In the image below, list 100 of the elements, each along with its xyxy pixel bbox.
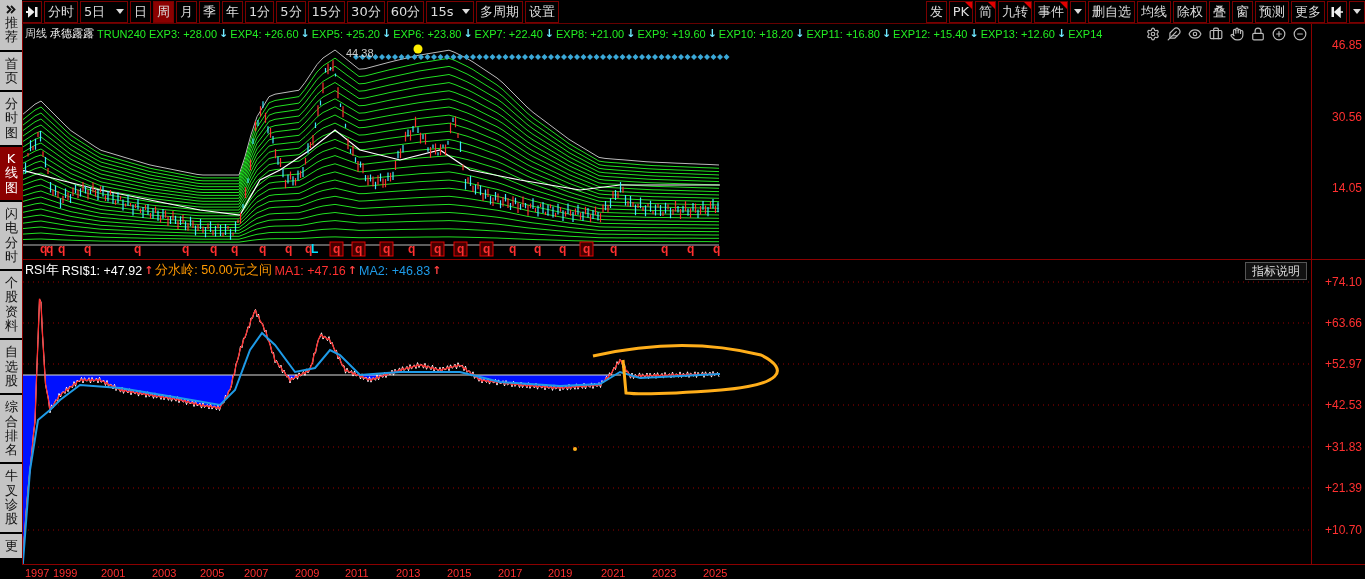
indicator-value: EXP14 — [1068, 27, 1103, 40]
toolbar-button[interactable]: 均线 — [1137, 0, 1171, 23]
trend-arrow: ↓ — [881, 27, 892, 40]
signal-letter: q — [355, 242, 363, 256]
year-label: 2009 — [295, 566, 320, 579]
indicator-value: EXP5: +25.20 — [311, 27, 380, 40]
period-button[interactable]: 周 — [153, 0, 174, 23]
indicator-value: EXP8: +21.00 — [556, 27, 625, 40]
period-button[interactable]: 5分 — [276, 0, 306, 23]
signal-letter: q — [434, 242, 442, 256]
caret-icon — [462, 9, 471, 14]
year-label: 2017 — [498, 566, 523, 579]
signal-letter: q — [661, 242, 669, 256]
period-button[interactable]: 多周期 — [476, 0, 524, 23]
indicator-value: EXP4: +26.60 — [230, 27, 299, 40]
period-button[interactable]: 年 — [222, 0, 243, 23]
year-label: 2011 — [345, 566, 369, 579]
year-label: 2025 — [703, 566, 728, 579]
period-button[interactable]: 月 — [176, 0, 197, 23]
sidebar-tab[interactable]: K线图 — [0, 147, 22, 200]
hand-icon[interactable] — [1230, 26, 1244, 41]
trend-arrow: ↓ — [707, 27, 717, 40]
dropdown-button[interactable] — [1349, 0, 1365, 23]
signal-letter: L — [311, 242, 319, 256]
zoom-in-icon[interactable] — [1272, 26, 1286, 41]
period-dropdown[interactable]: 15s — [426, 0, 475, 23]
period-button[interactable]: 日 — [130, 0, 151, 23]
trend-arrow: ↓ — [969, 27, 979, 40]
settings-icon[interactable] — [1146, 26, 1160, 41]
signal-letter: q — [509, 242, 517, 256]
signal-letter: q — [483, 242, 491, 256]
toolbar-button[interactable]: 九转 — [998, 0, 1032, 23]
arrow-to-bar-button[interactable] — [22, 0, 42, 23]
sidebar-tab[interactable]: 综合排名 — [0, 395, 22, 463]
period-button[interactable]: 1分 — [245, 0, 275, 23]
period-dropdown[interactable]: 5日 — [80, 0, 128, 23]
rsi-axis-label: +63.66 — [1324, 316, 1362, 330]
zoom-out-icon[interactable] — [1293, 26, 1307, 41]
period-label: 周线 — [25, 26, 47, 41]
toolbar-button[interactable]: PK — [948, 0, 973, 23]
period-button[interactable]: 30分 — [347, 0, 385, 23]
trend-arrow: ↑ — [347, 264, 358, 277]
toolbar-button[interactable]: 删自选 — [1088, 0, 1135, 23]
toolbar-button[interactable]: 叠 — [1209, 0, 1230, 23]
indicator-info-button[interactable]: 指标说明 — [1245, 262, 1307, 280]
signal-letter: q — [559, 242, 567, 256]
dropdown-button[interactable] — [1070, 0, 1086, 23]
indicator-value: MA2: +46.83 — [359, 263, 431, 278]
double-chevron-icon — [6, 5, 16, 14]
period-button[interactable]: 分时 — [44, 0, 78, 23]
signal-letter: q — [40, 242, 48, 256]
sidebar-tab[interactable]: 自选股 — [0, 340, 22, 394]
price-axis-label: 46.85 — [1331, 38, 1362, 52]
sidebar-tab[interactable]: 闪电分时 — [0, 201, 22, 270]
briefcase-icon[interactable] — [1209, 26, 1223, 41]
caret-icon — [1074, 9, 1082, 14]
signal-letter: q — [182, 242, 190, 256]
signal-letter: q — [383, 242, 391, 256]
period-button[interactable]: 60分 — [386, 0, 425, 23]
trend-arrow: ↓ — [544, 27, 554, 40]
toolbar-button[interactable]: 简 — [975, 0, 996, 23]
sidebar-tab[interactable]: 推荐 — [0, 0, 22, 50]
period-button[interactable]: 设置 — [525, 0, 560, 23]
year-label: 2001 — [101, 566, 126, 579]
year-label: 2019 — [548, 566, 573, 579]
rsi-axis-label: +52.97 — [1324, 357, 1362, 371]
indicator-name: TRUN240 — [97, 27, 146, 40]
eye-icon[interactable] — [1188, 26, 1202, 41]
sidebar-tab[interactable]: 牛叉诊股 — [0, 464, 22, 532]
bar-left-arrow-button[interactable] — [1327, 0, 1347, 23]
signal-letter: q — [583, 242, 591, 256]
toolbar-button[interactable]: 窗 — [1232, 0, 1253, 23]
arrow-to-bar-icon — [26, 5, 38, 18]
toolbar-button[interactable]: 事件 — [1034, 0, 1068, 23]
stock-name: 承德露露 — [50, 26, 94, 41]
sidebar-tab[interactable]: 分时图 — [0, 92, 22, 146]
bar-left-arrow-icon — [1331, 5, 1343, 18]
trend-arrow: ↓ — [795, 27, 805, 40]
period-button[interactable]: 15分 — [307, 0, 346, 23]
trend-arrow: ↓ — [300, 27, 310, 40]
signal-letter: q — [210, 242, 218, 256]
lock-icon[interactable] — [1251, 26, 1265, 41]
period-button[interactable]: 季 — [199, 0, 220, 23]
toolbar-button[interactable]: 发 — [925, 0, 947, 23]
year-label: 2007 — [244, 566, 269, 579]
caret-icon — [1353, 9, 1361, 14]
feather-icon[interactable] — [1167, 26, 1181, 41]
trend-arrow: ↓ — [626, 27, 636, 40]
signal-letter: q — [259, 242, 267, 256]
year-label: 2013 — [396, 566, 421, 579]
sidebar-tab[interactable]: 更 — [0, 533, 22, 558]
signal-letter: q — [285, 242, 293, 256]
toolbar-button[interactable]: 更多 — [1291, 0, 1325, 23]
sidebar-tab[interactable]: 首页 — [0, 51, 22, 91]
toolbar-button[interactable]: 预测 — [1255, 0, 1289, 23]
sidebar-tab[interactable]: 个股资料 — [0, 271, 22, 339]
signal-letter: q — [231, 242, 239, 256]
signal-letter: q — [333, 242, 341, 256]
peak-price-label: 44.38 — [346, 47, 374, 59]
toolbar-button[interactable]: 除权 — [1173, 0, 1207, 23]
